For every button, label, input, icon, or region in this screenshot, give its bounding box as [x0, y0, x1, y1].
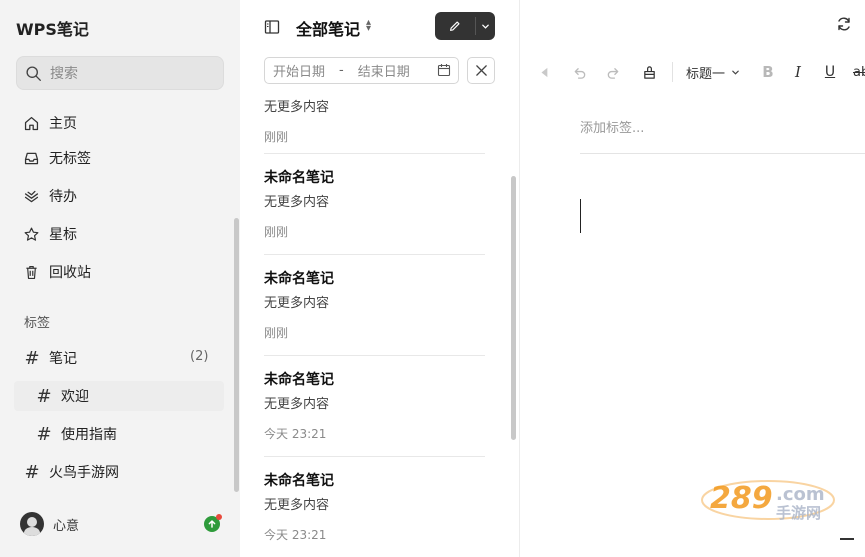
heading-select-value: 标题一	[686, 66, 726, 82]
chevron-down-icon[interactable]	[476, 12, 495, 40]
svg-text:289: 289	[710, 481, 773, 516]
tag-item-guide[interactable]: # 使用指南	[36, 422, 117, 446]
arrow-up-icon	[208, 520, 216, 528]
notes-list-panel: 全部笔记 ▴ ▾ 开始日期 - 结束日期 无更多内容 刚刚 未命名笔记 无更多内…	[240, 0, 520, 557]
refresh-icon[interactable]	[836, 16, 852, 32]
underline-button[interactable]: U	[822, 62, 838, 82]
minimize-icon[interactable]	[840, 538, 854, 540]
undo-icon[interactable]	[570, 62, 588, 82]
search-placeholder: 搜索	[50, 66, 78, 82]
tag-item-huoniao[interactable]: # 火鸟手游网	[24, 460, 119, 484]
add-tag-input[interactable]: 添加标签...	[580, 117, 644, 136]
tag-label: 使用指南	[61, 427, 117, 443]
tag-label: 欢迎	[61, 389, 89, 405]
tag-divider	[580, 153, 865, 154]
nav-starred[interactable]: 星标	[22, 222, 77, 246]
svg-text:手游网: 手游网	[776, 504, 821, 522]
note-time: 今天 23:21	[264, 427, 327, 441]
todo-icon	[22, 187, 40, 205]
user-profile[interactable]: 心意	[20, 512, 79, 536]
list-scrollbar[interactable]	[511, 176, 516, 440]
strikethrough-button[interactable]: ab	[853, 62, 865, 82]
inbox-icon	[22, 149, 40, 167]
app-window: WPS笔记 搜索 主页 无标签 待办 星标 回收站 标签 # 笔记 (2) # …	[0, 0, 865, 557]
italic-button[interactable]: I	[790, 62, 806, 82]
list-header: 全部笔记 ▴ ▾	[240, 0, 520, 52]
nav-todo-label: 待办	[49, 189, 77, 205]
bold-button[interactable]: B	[760, 62, 776, 82]
collapse-left-icon[interactable]	[538, 62, 552, 82]
editor-panel: 标题一 B I U ab 添加标签... 289 .com 手游网	[520, 0, 865, 557]
app-title: WPS笔记	[16, 20, 89, 39]
list-title[interactable]: 全部笔记	[296, 16, 360, 40]
user-name: 心意	[53, 518, 80, 534]
hash-icon: #	[24, 347, 40, 369]
note-title: 未命名笔记	[264, 170, 334, 186]
note-time: 刚刚	[264, 130, 289, 144]
sidebar-scrollbar[interactable]	[234, 218, 239, 492]
note-time: 刚刚	[264, 225, 289, 239]
nav-starred-label: 星标	[49, 227, 77, 243]
note-title: 未命名笔记	[264, 372, 334, 388]
tag-label: 笔记	[49, 351, 77, 367]
heading-select[interactable]: 标题一	[686, 62, 740, 82]
sidebar: WPS笔记 搜索 主页 无标签 待办 星标 回收站 标签 # 笔记 (2) # …	[0, 0, 240, 557]
nav-home-label: 主页	[49, 116, 77, 132]
note-time: 今天 23:21	[264, 528, 327, 542]
new-note-button[interactable]	[435, 12, 495, 40]
note-preview: 无更多内容	[264, 195, 330, 210]
site-watermark-logo: 289 .com 手游网	[701, 480, 835, 522]
redo-icon[interactable]	[604, 62, 622, 82]
hash-icon: #	[24, 461, 40, 483]
search-icon	[26, 65, 41, 81]
pen-icon[interactable]	[435, 12, 475, 40]
note-title	[264, 72, 485, 92]
sort-icon[interactable]: ▴ ▾	[366, 18, 371, 34]
list-divider	[264, 456, 485, 457]
nav-untagged-label: 无标签	[49, 151, 91, 167]
notification-dot	[216, 514, 222, 520]
nav-untagged[interactable]: 无标签	[22, 146, 91, 170]
toolbar-divider	[672, 62, 673, 82]
nav-todo[interactable]: 待办	[22, 184, 77, 208]
list-item[interactable]: 未命名笔记 无更多内容 今天 23:21	[264, 369, 485, 441]
svg-text:.com: .com	[776, 484, 825, 505]
trash-icon	[22, 263, 40, 281]
list-divider	[264, 153, 485, 154]
list-divider	[264, 254, 485, 255]
note-preview: 无更多内容	[264, 498, 330, 513]
home-icon	[22, 114, 40, 132]
note-title: 未命名笔记	[264, 473, 334, 489]
list-divider	[264, 355, 485, 356]
text-cursor	[580, 199, 581, 233]
search-input[interactable]: 搜索	[16, 56, 224, 90]
nav-trash[interactable]: 回收站	[22, 260, 91, 284]
tag-count: (2)	[190, 349, 209, 364]
editor-toolbar: 标题一 B I U ab	[520, 60, 865, 84]
note-time: 刚刚	[264, 326, 289, 340]
hash-icon: #	[36, 423, 52, 445]
tag-item-notes[interactable]: # 笔记	[24, 346, 77, 370]
list-item[interactable]: 未命名笔记 无更多内容 刚刚	[264, 167, 485, 239]
layout-toggle-icon[interactable]	[264, 19, 280, 35]
tag-item-welcome[interactable]: # 欢迎	[36, 384, 89, 408]
note-title: 未命名笔记	[264, 271, 334, 287]
tag-label: 火鸟手游网	[49, 465, 119, 481]
note-preview: 无更多内容	[264, 397, 330, 412]
nav-trash-label: 回收站	[49, 265, 91, 281]
format-painter-icon[interactable]	[640, 62, 658, 82]
star-icon	[22, 225, 40, 243]
note-preview: 无更多内容	[264, 296, 330, 311]
list-item[interactable]: 未命名笔记 无更多内容 刚刚	[264, 268, 485, 340]
list-item[interactable]: 无更多内容 刚刚	[264, 72, 485, 144]
avatar	[20, 512, 44, 536]
list-item[interactable]: 未命名笔记 无更多内容 今天 23:21	[264, 470, 485, 542]
note-preview: 无更多内容	[264, 100, 330, 115]
nav-home[interactable]: 主页	[22, 111, 77, 135]
tags-section-label: 标签	[24, 316, 51, 331]
chevron-down-icon	[732, 70, 739, 75]
hash-icon: #	[36, 385, 52, 407]
